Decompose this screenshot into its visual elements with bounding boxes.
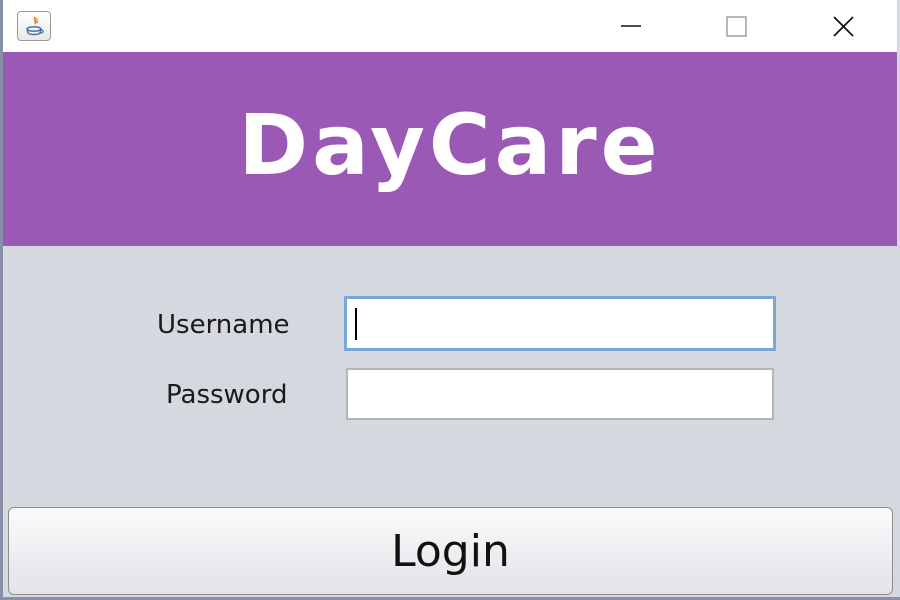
- text-caret: [355, 308, 357, 340]
- maximize-icon: [726, 16, 747, 37]
- header-banner: DayCare: [3, 52, 897, 246]
- login-window: DayCare Username Password Login: [0, 0, 900, 600]
- brand-title: DayCare: [238, 96, 662, 194]
- username-field[interactable]: [344, 296, 776, 351]
- minimize-icon: [621, 25, 641, 27]
- java-icon[interactable]: [17, 11, 51, 41]
- password-field[interactable]: [346, 368, 774, 420]
- maximize-button[interactable]: [706, 0, 766, 52]
- title-bar[interactable]: [3, 0, 897, 52]
- close-icon: [833, 16, 854, 37]
- close-button[interactable]: [813, 0, 873, 52]
- minimize-button[interactable]: [601, 0, 661, 52]
- login-button[interactable]: Login: [8, 507, 893, 595]
- password-label: Password: [166, 380, 288, 410]
- username-label: Username: [157, 310, 290, 340]
